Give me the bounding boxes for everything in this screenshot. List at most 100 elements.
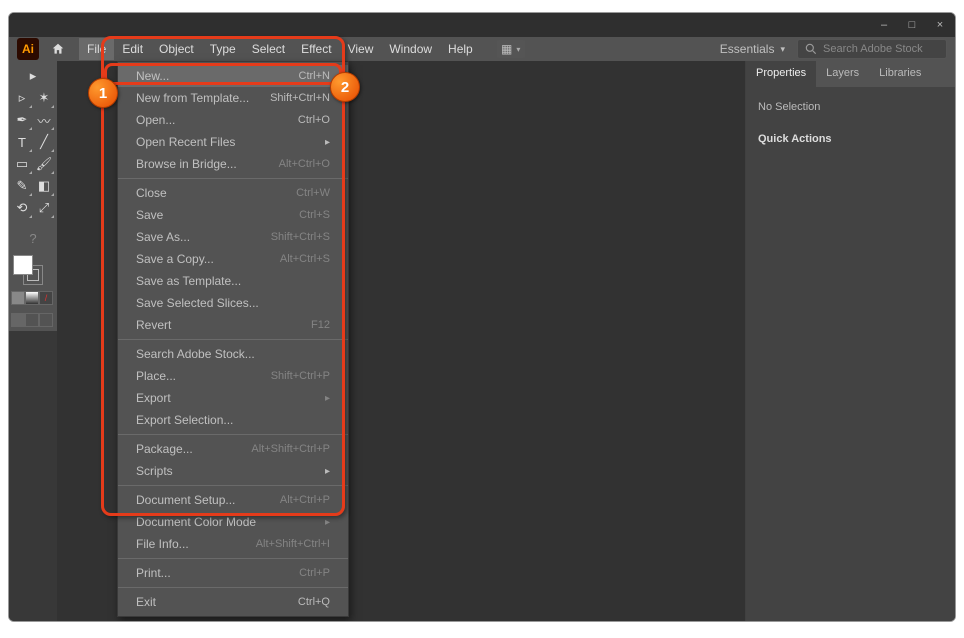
callout-badge-1: 1: [88, 78, 118, 108]
menu-item-document-color-mode: Document Color Mode ▸: [118, 511, 348, 533]
title-bar: – □ ×: [9, 13, 955, 37]
app-logo-icon: Ai: [17, 38, 39, 60]
gradient-mode-icon[interactable]: [25, 291, 39, 305]
paintbrush-tool[interactable]: 🖌: [33, 153, 55, 175]
tab-properties[interactable]: Properties: [746, 61, 816, 87]
maximize-button[interactable]: □: [903, 18, 921, 32]
menu-shortcut: Ctrl+P: [299, 567, 330, 579]
menu-item-new-from-template[interactable]: New from Template... Shift+Ctrl+N: [118, 87, 348, 109]
menu-item-new[interactable]: New...Ctrl+N: [118, 65, 348, 87]
menu-item-label: Close: [136, 186, 167, 200]
menu-item-label: Save Selected Slices...: [136, 296, 259, 310]
menu-item-exit[interactable]: ExitCtrl+Q: [118, 591, 348, 613]
menu-item-save-as-template: Save as Template...: [118, 270, 348, 292]
tab-layers[interactable]: Layers: [816, 61, 869, 87]
menu-help[interactable]: Help: [440, 38, 481, 60]
fill-swatch[interactable]: [13, 255, 33, 275]
tab-libraries[interactable]: Libraries: [869, 61, 931, 87]
menu-item-print: Print... Ctrl+P: [118, 562, 348, 584]
menu-separator: [118, 434, 348, 435]
menu-item-label: Place...: [136, 369, 176, 383]
menu-item-close: CloseCtrl+W: [118, 182, 348, 204]
file-menu-dropdown: New...Ctrl+N New from Template... Shift+Ct…: [117, 61, 349, 617]
menu-item-label: Export Selection...: [136, 413, 233, 427]
workspace-switcher[interactable]: Essentials ▾: [708, 42, 797, 56]
curvature-tool[interactable]: 〰: [33, 109, 55, 131]
menu-window[interactable]: Window: [381, 38, 440, 60]
menu-item-save-selected-slices: Save Selected Slices...: [118, 292, 348, 314]
type-tool[interactable]: T: [11, 131, 33, 153]
shaper-tool[interactable]: ✎: [11, 175, 33, 197]
line-tool[interactable]: ╱: [33, 131, 55, 153]
quick-actions-header: Quick Actions: [758, 133, 943, 145]
menu-item-label: Open Recent Files: [136, 135, 235, 149]
menu-edit[interactable]: Edit: [114, 38, 151, 60]
menu-shortcut: Shift+Ctrl+N: [270, 92, 330, 104]
submenu-arrow-icon: ▸: [325, 466, 330, 477]
minimize-button[interactable]: –: [875, 18, 893, 32]
menu-item-file-info: File Info...Alt+Shift+Ctrl+I: [118, 533, 348, 555]
search-input[interactable]: Search Adobe Stock: [797, 39, 947, 59]
menu-shortcut: Alt+Shift+Ctrl+P: [251, 443, 330, 455]
menu-item-save-a-copy: Save a Copy...Alt+Ctrl+S: [118, 248, 348, 270]
menu-item-search-adobe-stock[interactable]: Search Adobe Stock...: [118, 343, 348, 365]
arrange-documents-icon[interactable]: ▦▾: [497, 40, 525, 58]
illustrator-window: – □ × Ai File Edit Object Type Select Ef…: [9, 13, 955, 621]
menu-shortcut: Ctrl+O: [298, 114, 330, 126]
color-swatches[interactable]: [11, 253, 45, 287]
eraser-tool[interactable]: ◧: [33, 175, 55, 197]
draw-normal-icon[interactable]: [11, 313, 25, 327]
menu-effect[interactable]: Effect: [293, 38, 339, 60]
scale-tool[interactable]: ⤢: [33, 197, 55, 219]
menu-item-open-recent-files[interactable]: Open Recent Files ▸: [118, 131, 348, 153]
chevron-down-icon: ▾: [780, 44, 785, 55]
panel-tabs: Properties Layers Libraries: [746, 61, 955, 87]
menu-item-label: Document Color Mode: [136, 515, 256, 529]
menu-item-open[interactable]: Open... Ctrl+O: [118, 109, 348, 131]
selection-status: No Selection: [758, 101, 943, 113]
draw-behind-icon[interactable]: [25, 313, 39, 327]
menu-select[interactable]: Select: [244, 38, 293, 60]
menu-shortcut: Alt+Ctrl+O: [279, 158, 330, 170]
menu-separator: [118, 587, 348, 588]
menu-object[interactable]: Object: [151, 38, 202, 60]
menu-item-document-setup: Document Setup...Alt+Ctrl+P: [118, 489, 348, 511]
properties-panel: No Selection Quick Actions: [746, 87, 955, 621]
menu-view[interactable]: View: [340, 38, 382, 60]
menu-separator: [118, 558, 348, 559]
pen-tool[interactable]: ✒: [11, 109, 33, 131]
selection-tool[interactable]: ▸: [11, 65, 55, 87]
close-button[interactable]: ×: [931, 18, 949, 32]
rectangle-tool[interactable]: ▭: [11, 153, 33, 175]
tool-unknown[interactable]: ?: [11, 227, 55, 249]
menu-shortcut: Shift+Ctrl+P: [271, 370, 330, 382]
direct-selection-tool[interactable]: ▹: [11, 87, 33, 109]
menu-item-label: Search Adobe Stock...: [136, 347, 255, 361]
menu-item-label: Document Setup...: [136, 493, 235, 507]
menu-shortcut: Shift+Ctrl+S: [271, 231, 330, 243]
menu-separator: [118, 178, 348, 179]
menu-type[interactable]: Type: [202, 38, 244, 60]
draw-inside-icon[interactable]: [39, 313, 53, 327]
magic-wand-tool[interactable]: ✶: [33, 87, 55, 109]
menu-item-browse-in-bridge: Browse in Bridge...Alt+Ctrl+O: [118, 153, 348, 175]
color-mode-icon[interactable]: [11, 291, 25, 305]
menu-item-label: New from Template...: [136, 91, 249, 105]
menu-item-label: Print...: [136, 566, 171, 580]
rotate-tool[interactable]: ⟲: [11, 197, 33, 219]
menu-item-label: Save a Copy...: [136, 252, 214, 266]
none-mode-icon[interactable]: /: [39, 291, 53, 305]
menu-item-label: Open...: [136, 113, 175, 127]
menu-item-export-selection: Export Selection...: [118, 409, 348, 431]
search-icon: [804, 42, 818, 56]
menu-shortcut: Ctrl+N: [299, 70, 330, 82]
menu-item-label: Save: [136, 208, 163, 222]
home-icon[interactable]: [47, 38, 69, 60]
right-panel: Properties Layers Libraries No Selection…: [745, 61, 955, 621]
submenu-arrow-icon: ▸: [325, 517, 330, 528]
menu-file[interactable]: File: [79, 38, 114, 60]
submenu-arrow-icon: ▸: [325, 137, 330, 148]
menu-shortcut: Ctrl+S: [299, 209, 330, 221]
menu-item-package: Package...Alt+Shift+Ctrl+P: [118, 438, 348, 460]
menu-item-scripts[interactable]: Scripts▸: [118, 460, 348, 482]
